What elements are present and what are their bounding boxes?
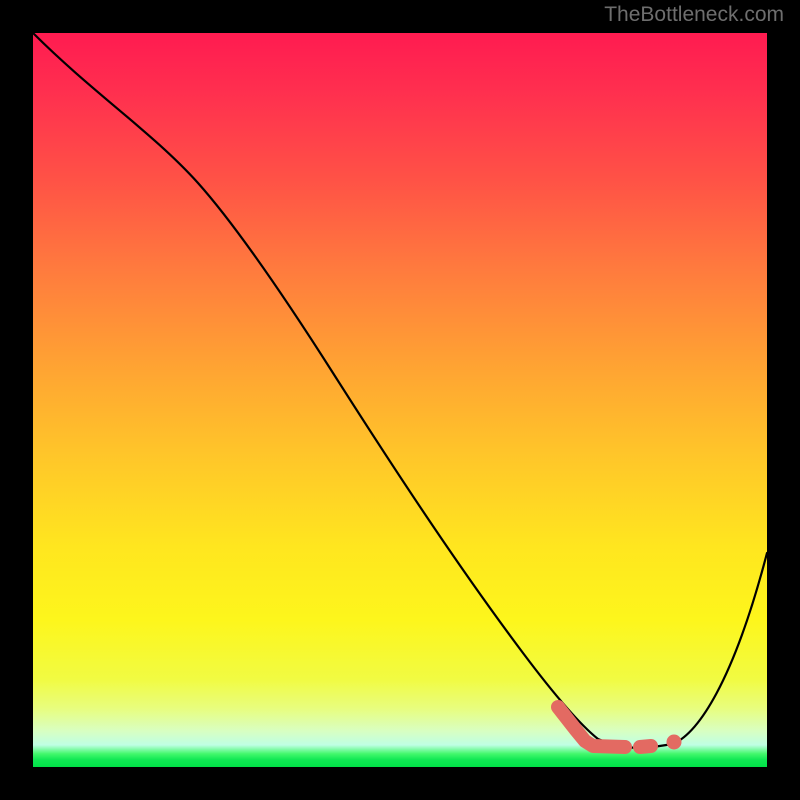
bottleneck-curve — [33, 33, 767, 748]
plot-area — [33, 33, 767, 767]
optimal-dash-marker — [640, 746, 651, 747]
optimal-dot-marker — [667, 735, 682, 750]
curve-layer — [33, 33, 767, 767]
chart-container: TheBottleneck.com — [0, 0, 800, 800]
watermark-text: TheBottleneck.com — [604, 3, 784, 27]
optimal-segment-marker — [558, 707, 625, 747]
